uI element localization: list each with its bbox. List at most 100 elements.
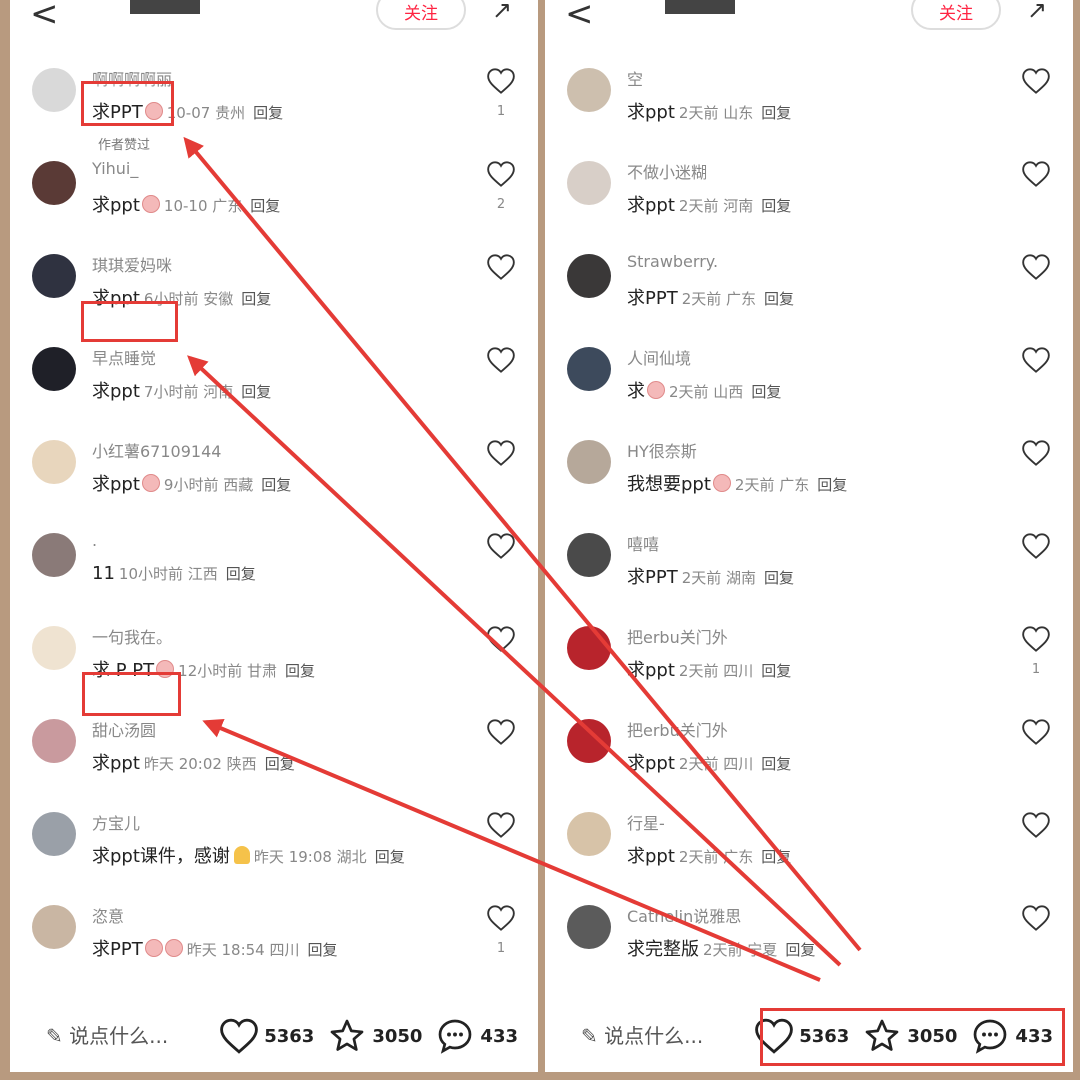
reply-button[interactable]: 回复 — [226, 565, 256, 583]
reply-button[interactable]: 回复 — [253, 104, 283, 122]
comment-username[interactable]: 小红薯67109144 — [92, 438, 221, 462]
comment-like-button[interactable] — [1021, 68, 1051, 104]
comment-like-button[interactable] — [486, 254, 516, 290]
comment-username[interactable]: Strawberry. — [627, 252, 718, 271]
comment-like-button[interactable] — [1021, 161, 1051, 197]
comment-item[interactable]: 不做小迷糊 求ppt 2天前 河南 回复 — [545, 153, 1073, 246]
comment-like-button[interactable] — [486, 626, 516, 662]
comment-like-button[interactable] — [486, 347, 516, 383]
reply-button[interactable]: 回复 — [375, 848, 405, 866]
reply-button[interactable]: 回复 — [261, 476, 291, 494]
reply-button[interactable]: 回复 — [285, 662, 315, 680]
avatar[interactable] — [567, 812, 611, 856]
comment-item[interactable]: 恣意 求PPT 昨天 18:54 四川 回复 1 — [10, 897, 538, 990]
comment-username[interactable]: 空 — [627, 66, 643, 90]
comment-username[interactable]: 琪琪爱妈咪 — [92, 252, 172, 276]
reply-button[interactable]: 回复 — [761, 755, 791, 773]
share-icon[interactable]: ↗ — [492, 0, 512, 24]
comment-item[interactable]: 把erbu关门外 求ppt 2天前 四川 回复 1 — [545, 618, 1073, 711]
comment-username[interactable]: 嘻嘻 — [627, 531, 659, 555]
comment-item[interactable]: Strawberry. 求PPT 2天前 广东 回复 — [545, 246, 1073, 339]
comment-item[interactable]: 早点睡觉 求ppt 7小时前 河南 回复 — [10, 339, 538, 432]
avatar[interactable] — [567, 161, 611, 205]
reply-button[interactable]: 回复 — [761, 104, 791, 122]
comment-item[interactable]: HY很奈斯 我想要ppt 2天前 广东 回复 — [545, 432, 1073, 525]
comment-like-button[interactable] — [486, 533, 516, 569]
reply-button[interactable]: 回复 — [265, 755, 295, 773]
reply-button[interactable]: 回复 — [250, 197, 280, 215]
avatar[interactable] — [567, 68, 611, 112]
reply-button[interactable]: 回复 — [785, 941, 815, 959]
comment-item[interactable]: 小红薯67109144 求ppt 9小时前 西藏 回复 — [10, 432, 538, 525]
avatar[interactable] — [32, 626, 76, 670]
reply-button[interactable]: 回复 — [761, 662, 791, 680]
avatar[interactable] — [32, 812, 76, 856]
comment-username[interactable]: 把erbu关门外 — [627, 717, 728, 741]
share-icon[interactable]: ↗ — [1027, 0, 1047, 24]
comment-like-button[interactable] — [1021, 905, 1051, 941]
avatar[interactable] — [32, 347, 76, 391]
comment-item[interactable]: 空求ppt 2天前 山东 回复 — [545, 60, 1073, 153]
reply-button[interactable]: 回复 — [817, 476, 847, 494]
comment-like-button[interactable] — [1021, 254, 1051, 290]
reply-button[interactable]: 回复 — [761, 197, 791, 215]
avatar[interactable] — [567, 533, 611, 577]
comment-item[interactable]: 行星- 求ppt 2天前 广东 回复 — [545, 804, 1073, 897]
comment-item[interactable]: 方宝儿 求ppt课件，感谢 昨天 19:08 湖北 回复 — [10, 804, 538, 897]
comment-username[interactable]: HY很奈斯 — [627, 438, 697, 462]
comment-like-button[interactable] — [486, 812, 516, 848]
avatar[interactable] — [567, 254, 611, 298]
comment-input[interactable]: ✎ 说点什么... — [581, 1020, 703, 1049]
comment-like-button[interactable] — [1021, 347, 1051, 383]
comment-username[interactable]: . — [92, 531, 97, 550]
comment-like-button[interactable] — [1021, 812, 1051, 848]
comment-username[interactable]: 恣意 — [92, 903, 124, 927]
comment-like-button[interactable]: 1 — [486, 68, 516, 119]
comment-like-button[interactable] — [1021, 719, 1051, 755]
comment-item[interactable]: 嘻嘻 求PPT 2天前 湖南 回复 — [545, 525, 1073, 618]
avatar[interactable] — [567, 626, 611, 670]
comment-item[interactable]: . 11 10小时前 江西 回复 — [10, 525, 538, 618]
avatar[interactable] — [32, 161, 76, 205]
avatar[interactable] — [32, 905, 76, 949]
comment-like-button[interactable]: 2 — [486, 161, 516, 212]
comment-like-button[interactable]: 1 — [486, 905, 516, 956]
comment-item[interactable]: Yihui_ 求ppt 10-10 广东 回复 2 — [10, 153, 538, 246]
back-icon[interactable]: < — [565, 0, 594, 34]
comment-username[interactable]: 不做小迷糊 — [627, 159, 707, 183]
comment-username[interactable]: Cathelin说雅思 — [627, 903, 741, 927]
avatar[interactable] — [32, 719, 76, 763]
reply-button[interactable]: 回复 — [764, 569, 794, 587]
comment-like-button[interactable] — [486, 719, 516, 755]
back-icon[interactable]: < — [30, 0, 59, 34]
like-button[interactable]: 5363 — [220, 1018, 314, 1054]
avatar[interactable] — [32, 440, 76, 484]
comment-username[interactable]: Yihui_ — [92, 159, 138, 178]
follow-button[interactable]: 关注 — [911, 0, 1001, 30]
comment-username[interactable]: 方宝儿 — [92, 810, 140, 834]
avatar[interactable] — [567, 440, 611, 484]
comment-like-button[interactable] — [1021, 440, 1051, 476]
comment-item[interactable]: 甜心汤圆 求ppt 昨天 20:02 陕西 回复 — [10, 711, 538, 804]
comment-item[interactable]: 把erbu关门外 求ppt 2天前 四川 回复 — [545, 711, 1073, 804]
avatar[interactable] — [32, 533, 76, 577]
comment-username[interactable]: 甜心汤圆 — [92, 717, 156, 741]
reply-button[interactable]: 回复 — [241, 290, 271, 308]
reply-button[interactable]: 回复 — [751, 383, 781, 401]
comment-item[interactable]: Cathelin说雅思 求完整版 2天前 宁夏 回复 — [545, 897, 1073, 990]
comment-input[interactable]: ✎ 说点什么... — [46, 1020, 168, 1049]
comment-username[interactable]: 把erbu关门外 — [627, 624, 728, 648]
reply-button[interactable]: 回复 — [761, 848, 791, 866]
avatar[interactable] — [32, 254, 76, 298]
comment-button[interactable]: 433 — [436, 1018, 518, 1054]
reply-button[interactable]: 回复 — [307, 941, 337, 959]
avatar[interactable] — [32, 68, 76, 112]
comment-username[interactable]: 人间仙境 — [627, 345, 691, 369]
comment-like-button[interactable]: 1 — [1021, 626, 1051, 677]
comment-like-button[interactable] — [1021, 533, 1051, 569]
comment-item[interactable]: 人间仙境求 2天前 山西 回复 — [545, 339, 1073, 432]
comment-username[interactable]: 行星- — [627, 810, 665, 834]
avatar[interactable] — [567, 719, 611, 763]
avatar[interactable] — [567, 905, 611, 949]
collect-button[interactable]: 3050 — [328, 1018, 422, 1054]
